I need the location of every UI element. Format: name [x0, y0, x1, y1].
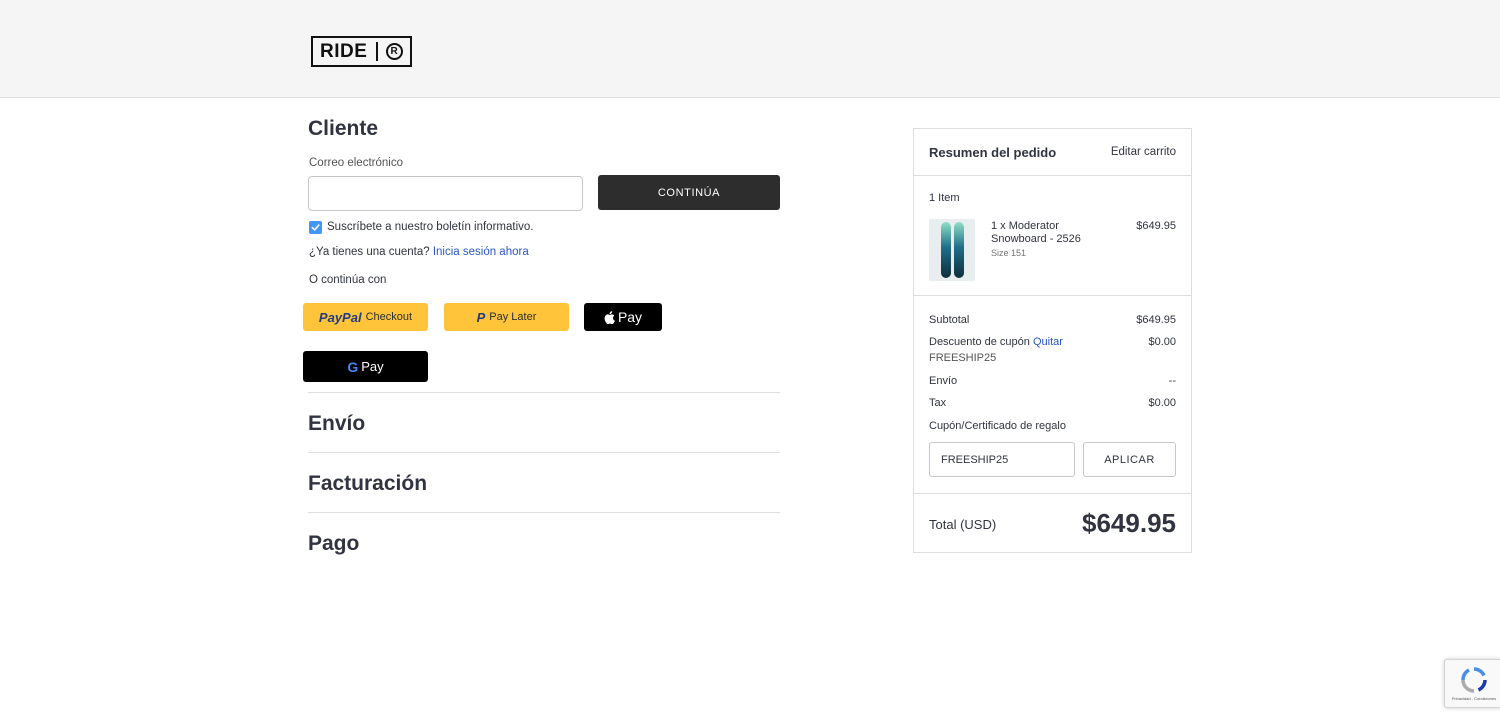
- product-name-line1: 1 x Moderator: [991, 220, 1059, 232]
- coupon-label: Descuento de cupón: [929, 336, 1030, 348]
- item-count: 1 Item: [929, 192, 960, 204]
- coupon-row: Descuento de cupón Quitar: [929, 336, 1063, 348]
- paypal-p-icon: P: [476, 309, 486, 325]
- paypal-pay-later-button[interactable]: P Pay Later: [444, 303, 569, 331]
- billing-heading[interactable]: Facturación: [308, 472, 427, 496]
- coupon-code: FREESHIP25: [929, 352, 997, 364]
- pay-later-label: Pay Later: [489, 311, 537, 323]
- section-divider: [308, 452, 780, 453]
- product-thumbnail: [929, 219, 975, 281]
- or-continue-with: O continúa con: [309, 274, 387, 286]
- section-divider: [308, 392, 780, 393]
- product-name-line2: Snowboard - 2526: [991, 233, 1081, 245]
- google-pay-button[interactable]: G Pay: [303, 351, 428, 382]
- subtotal-value: $649.95: [1136, 314, 1176, 326]
- product-name: 1 x Moderator Snowboard - 2526: [991, 220, 1081, 246]
- total-value: $649.95: [1082, 508, 1176, 538]
- newsletter-label[interactable]: Suscríbete a nuestro boletín informativo…: [327, 221, 533, 233]
- shipping-label: Envío: [929, 375, 958, 387]
- apply-coupon-button[interactable]: Aplicar: [1083, 442, 1176, 477]
- recaptcha-icon: [1461, 667, 1487, 693]
- summary-divider: [914, 295, 1191, 296]
- tax-value: $0.00: [1148, 397, 1176, 409]
- order-summary: Resumen del pedido Editar carrito 1 Item…: [913, 128, 1192, 553]
- customer-heading: Cliente: [308, 117, 379, 140]
- email-label: Correo electrónico: [309, 157, 403, 169]
- paypal-checkout-button[interactable]: PayPal Checkout: [303, 303, 428, 331]
- coupon-remove-link[interactable]: Quitar: [1033, 336, 1063, 348]
- ride-logo[interactable]: RIDE R: [311, 36, 412, 67]
- site-header: RIDE R: [0, 0, 1500, 98]
- recaptcha-footer[interactable]: Privacidad - Condiciones: [1452, 696, 1496, 701]
- checkmark-icon: [311, 224, 320, 231]
- sign-in-link[interactable]: Inicia sesión ahora: [433, 246, 529, 258]
- paypal-logo: PayPal: [318, 309, 362, 325]
- logo-text: RIDE: [320, 40, 368, 62]
- subtotal-label: Subtotal: [929, 314, 970, 326]
- snowboard-image: [940, 222, 951, 278]
- coupon-value: $0.00: [1148, 336, 1176, 348]
- google-pay-label: Pay: [361, 359, 384, 374]
- product-size: Size 151: [991, 248, 1027, 258]
- coupon-input[interactable]: FREESHIP25: [929, 442, 1075, 477]
- summary-divider: [914, 175, 1191, 176]
- have-account-text: ¿Ya tienes una cuenta?: [309, 246, 430, 258]
- shipping-value: --: [1168, 375, 1176, 387]
- paypal-checkout-label: Checkout: [365, 311, 413, 323]
- email-field[interactable]: [308, 176, 583, 211]
- summary-title: Resumen del pedido: [929, 145, 1057, 160]
- payment-heading[interactable]: Pago: [308, 532, 359, 556]
- logo-mark-icon: R: [385, 43, 403, 60]
- snowboard-image: [953, 222, 964, 278]
- account-prompt: ¿Ya tienes una cuenta? Inicia sesión aho…: [309, 246, 529, 258]
- section-divider: [308, 512, 780, 513]
- tax-label: Tax: [929, 397, 947, 409]
- newsletter-checkbox[interactable]: [309, 221, 322, 234]
- apple-icon: [604, 310, 615, 324]
- google-g-icon: G: [347, 358, 359, 375]
- gift-certificate-link[interactable]: Cupón/Certificado de regalo: [929, 420, 1066, 432]
- recaptcha-badge[interactable]: Privacidad - Condiciones: [1444, 659, 1500, 708]
- edit-cart-link[interactable]: Editar carrito: [1111, 146, 1176, 158]
- continue-button[interactable]: Continúa: [598, 175, 780, 210]
- product-price: $649.95: [1136, 220, 1176, 232]
- apple-pay-label: Pay: [617, 309, 643, 325]
- summary-divider: [914, 493, 1191, 494]
- apple-pay-button[interactable]: Pay: [584, 303, 662, 331]
- total-label: Total (USD): [929, 517, 997, 532]
- shipping-heading[interactable]: Envío: [308, 412, 365, 436]
- logo-divider: [376, 42, 378, 61]
